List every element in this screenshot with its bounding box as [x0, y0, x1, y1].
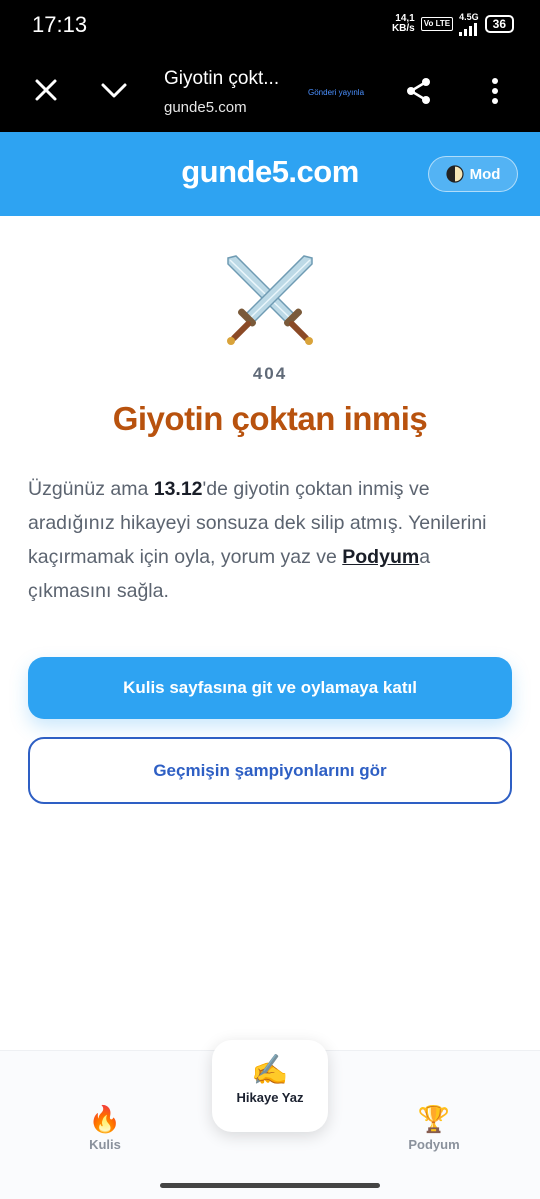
- error-description: Üzgünüz ama 13.12'de giyotin çoktan inmi…: [28, 472, 514, 608]
- tab-title: Giyotin çokt...: [164, 68, 280, 89]
- network-type: 4.5G: [459, 12, 479, 22]
- signal-icon: [459, 22, 478, 36]
- status-bar: 17:13 14,1 KB/s Vo LTE 4.5G 36: [0, 0, 540, 48]
- writing-hand-icon: ✍️: [251, 1054, 289, 1087]
- battery-level: 36: [492, 17, 506, 31]
- browser-toolbar: Giyotin çokt... gunde5.com Gönderi yayın…: [0, 48, 540, 132]
- post-action[interactable]: Gönderi yayınla: [308, 88, 364, 97]
- deletion-date: 13.12: [153, 478, 203, 500]
- nav-podyum[interactable]: 🏆 Podyum: [374, 1103, 494, 1152]
- home-indicator[interactable]: [160, 1183, 380, 1188]
- chevron-down-icon[interactable]: [96, 72, 132, 108]
- trophy-icon: 🏆: [417, 1104, 451, 1134]
- error-description-text: Üzgünüz ama: [28, 478, 154, 500]
- write-story-button[interactable]: ✍️ Hikaye Yaz: [212, 1040, 328, 1132]
- fire-icon: 🔥: [88, 1104, 122, 1134]
- theme-mode-label: Mod: [469, 165, 501, 183]
- site-header: gunde5.com Mod: [0, 132, 540, 216]
- battery-icon: 36: [484, 15, 514, 33]
- share-icon[interactable]: [402, 74, 436, 108]
- error-title: Giyotin çoktan inmiş: [112, 400, 428, 437]
- go-to-kulis-button[interactable]: Kulis sayfasına git ve oylamaya katıl: [28, 657, 512, 719]
- status-time: 17:13: [32, 12, 88, 37]
- past-champions-button[interactable]: Geçmişin şampiyonlarını gör: [28, 737, 512, 804]
- signal-group: 4.5G: [459, 12, 479, 36]
- network-speed-unit: KB/s: [391, 23, 415, 34]
- volte-badge: Vo LTE: [420, 17, 454, 31]
- tab-url[interactable]: gunde5.com: [164, 99, 247, 116]
- theme-mode-button[interactable]: Mod: [428, 156, 518, 192]
- write-story-label: Hikaye Yaz: [236, 1090, 304, 1105]
- error-code: 404: [252, 364, 288, 383]
- network-speed: 14,1 KB/s: [392, 14, 415, 34]
- half-moon-icon: [445, 165, 464, 183]
- nav-podyum-label: Podyum: [408, 1137, 460, 1152]
- crossed-swords-icon: [227, 255, 313, 345]
- more-vert-icon[interactable]: [478, 74, 512, 108]
- nav-kulis[interactable]: 🔥 Kulis: [45, 1103, 165, 1152]
- podyum-link[interactable]: Podyum: [342, 546, 419, 568]
- close-icon[interactable]: [28, 72, 64, 108]
- status-indicators: 14,1 KB/s Vo LTE 4.5G 36: [392, 12, 514, 36]
- nav-kulis-label: Kulis: [89, 1137, 121, 1152]
